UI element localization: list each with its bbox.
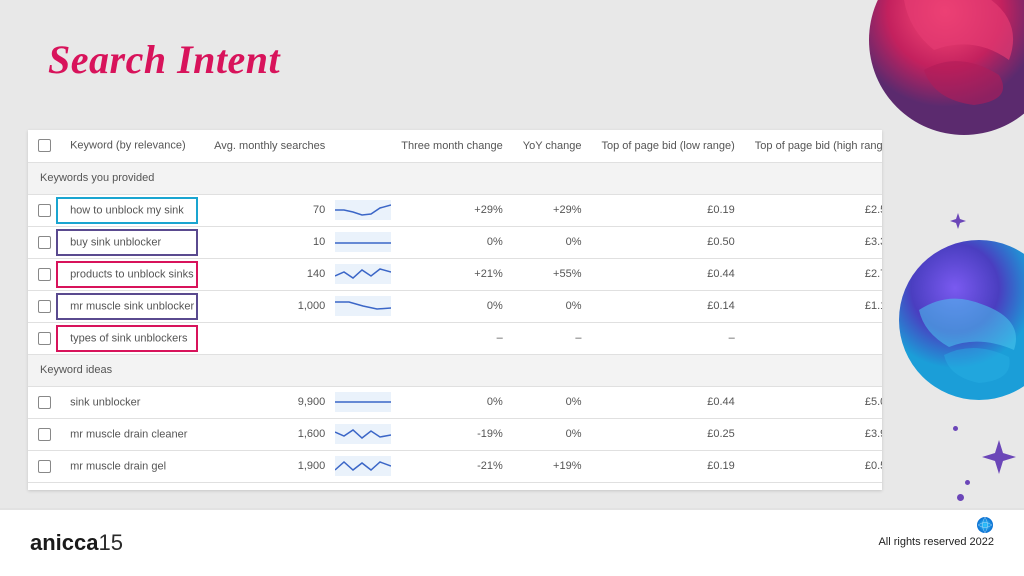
bid-high-cell: £3.30 — [745, 226, 882, 258]
yoy-cell: 0% — [513, 290, 592, 322]
planet-right-icon — [894, 235, 1024, 405]
bid-high-cell: £3.97 — [745, 418, 882, 450]
row-checkbox[interactable] — [38, 268, 51, 281]
table-row[interactable]: how to unblock my sink 70 +29% +29% £0.1… — [28, 194, 882, 226]
page-title: Search Intent — [48, 36, 280, 83]
section-header: Keywords you provided — [28, 162, 882, 194]
row-checkbox[interactable] — [38, 236, 51, 249]
header-three-month: Three month change — [391, 130, 513, 162]
bid-low-cell: – — [591, 322, 744, 354]
sparkline-icon — [335, 200, 391, 220]
keyword-cell: types of sink unblockers — [70, 332, 187, 344]
keyword-cell: mr muscle sink unblocker — [70, 300, 194, 312]
section-header: Keyword ideas — [28, 354, 882, 386]
dot-icon — [965, 480, 970, 485]
bid-low-cell: £0.19 — [591, 450, 744, 482]
header-avg: Avg. monthly searches — [204, 130, 335, 162]
brand-logo: anicca15 — [30, 530, 123, 556]
sparkline-icon — [335, 392, 391, 412]
bid-high-cell: £2.50 — [745, 194, 882, 226]
avg-cell: 9,900 — [204, 386, 335, 418]
table-row[interactable]: mr muscle sink unblocker 1,000 0% 0% £0.… — [28, 290, 882, 322]
yoy-cell: +55% — [513, 258, 592, 290]
table-row[interactable]: types of sink unblockers – – – – — [28, 322, 882, 354]
three-month-cell: +29% — [391, 194, 513, 226]
globe-icon — [976, 516, 994, 534]
row-checkbox[interactable] — [38, 204, 51, 217]
bid-high-cell: £0.56 — [745, 450, 882, 482]
bid-high-cell: £2.78 — [745, 258, 882, 290]
three-month-cell: 0% — [391, 290, 513, 322]
sparkline-icon — [335, 296, 391, 316]
three-month-cell: 0% — [391, 226, 513, 258]
keyword-table: Keyword (by relevance) Avg. monthly sear… — [28, 130, 882, 483]
header-yoy: YoY change — [513, 130, 592, 162]
table-row[interactable]: mr muscle drain cleaner 1,600 -19% 0% £0… — [28, 418, 882, 450]
sparkline-icon — [335, 456, 391, 476]
select-all-checkbox[interactable] — [38, 139, 51, 152]
bid-high-cell: – — [745, 322, 882, 354]
planet-top-icon — [864, 0, 1024, 140]
three-month-cell: +21% — [391, 258, 513, 290]
header-keyword: Keyword (by relevance) — [70, 140, 186, 152]
row-checkbox[interactable] — [38, 396, 51, 409]
keyword-cell: mr muscle drain gel — [70, 460, 166, 472]
three-month-cell: – — [391, 322, 513, 354]
yoy-cell: – — [513, 322, 592, 354]
keyword-cell: how to unblock my sink — [70, 204, 184, 216]
yoy-cell: 0% — [513, 386, 592, 418]
avg-cell: 140 — [204, 258, 335, 290]
dot-icon — [953, 426, 958, 431]
keyword-cell: mr muscle drain cleaner — [70, 428, 187, 440]
avg-cell — [204, 322, 335, 354]
three-month-cell: -21% — [391, 450, 513, 482]
avg-cell: 1,600 — [204, 418, 335, 450]
yoy-cell: +29% — [513, 194, 592, 226]
sparkline-icon — [335, 424, 391, 444]
table-row[interactable]: mr muscle drain gel 1,900 -21% +19% £0.1… — [28, 450, 882, 482]
footer-rights: All rights reserved 2022 — [878, 536, 994, 548]
bid-low-cell: £0.25 — [591, 418, 744, 450]
dot-icon — [957, 494, 964, 501]
row-checkbox[interactable] — [38, 300, 51, 313]
three-month-cell: -19% — [391, 418, 513, 450]
keyword-cell: buy sink unblocker — [70, 236, 161, 248]
three-month-cell: 0% — [391, 386, 513, 418]
table-row[interactable]: products to unblock sinks 140 +21% +55% … — [28, 258, 882, 290]
keyword-cell: sink unblocker — [70, 396, 140, 408]
row-checkbox[interactable] — [38, 460, 51, 473]
footer: anicca15 All rights reserved 2022 — [0, 508, 1024, 576]
avg-cell: 1,900 — [204, 450, 335, 482]
yoy-cell: 0% — [513, 226, 592, 258]
bid-low-cell: £0.44 — [591, 258, 744, 290]
avg-cell: 1,000 — [204, 290, 335, 322]
table-row[interactable]: sink unblocker 9,900 0% 0% £0.44 £5.06 — [28, 386, 882, 418]
bid-low-cell: £0.19 — [591, 194, 744, 226]
bid-low-cell: £0.50 — [591, 226, 744, 258]
header-bid-low: Top of page bid (low range) — [591, 130, 744, 162]
keyword-table-panel: Keyword (by relevance) Avg. monthly sear… — [28, 130, 882, 490]
sparkline-icon — [335, 232, 391, 252]
bid-high-cell: £1.17 — [745, 290, 882, 322]
table-row[interactable]: buy sink unblocker 10 0% 0% £0.50 £3.30 — [28, 226, 882, 258]
yoy-cell: +19% — [513, 450, 592, 482]
bid-high-cell: £5.06 — [745, 386, 882, 418]
row-checkbox[interactable] — [38, 332, 51, 345]
yoy-cell: 0% — [513, 418, 592, 450]
row-checkbox[interactable] — [38, 428, 51, 441]
sparkle-large-icon — [982, 440, 1016, 474]
bid-low-cell: £0.14 — [591, 290, 744, 322]
header-bid-high: Top of page bid (high range) — [745, 130, 882, 162]
keyword-cell: products to unblock sinks — [70, 268, 194, 280]
sparkle-small-icon — [950, 213, 966, 229]
sparkline-icon — [335, 264, 391, 284]
avg-cell: 10 — [204, 226, 335, 258]
table-header-row: Keyword (by relevance) Avg. monthly sear… — [28, 130, 882, 162]
bid-low-cell: £0.44 — [591, 386, 744, 418]
avg-cell: 70 — [204, 194, 335, 226]
